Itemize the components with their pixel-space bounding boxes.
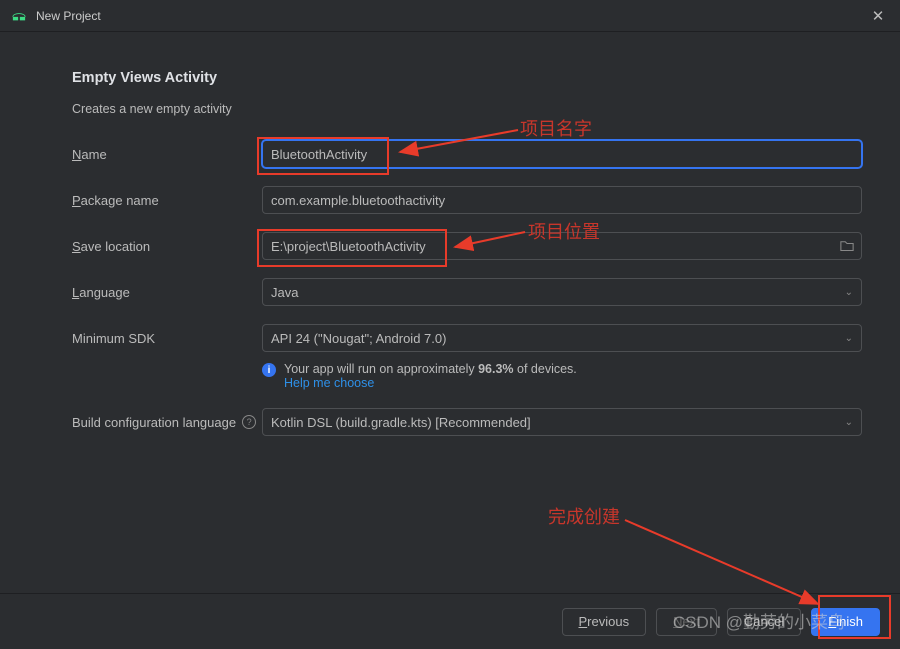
minsdk-value: API 24 ("Nougat"; Android 7.0) [271, 331, 446, 346]
chevron-down-icon: ⌄ [845, 333, 853, 344]
row-package: Package name [72, 186, 862, 214]
label-save-location: Save location [72, 239, 262, 254]
name-input[interactable] [262, 140, 862, 168]
buildconfig-dropdown[interactable]: Kotlin DSL (build.gradle.kts) [Recommend… [262, 408, 862, 436]
help-text: Your app will run on approximately 96.3%… [284, 362, 577, 376]
help-link[interactable]: Help me choose [284, 376, 577, 390]
titlebar: New Project ✕ [0, 0, 900, 32]
info-icon: i [262, 363, 276, 377]
save-location-input[interactable] [262, 232, 862, 260]
close-icon[interactable]: ✕ [868, 7, 888, 25]
row-save-location: Save location [72, 232, 862, 260]
language-value: Java [271, 285, 298, 300]
row-language: Language Java ⌄ [72, 278, 862, 306]
previous-button[interactable]: Previous [562, 608, 647, 636]
label-name: Name [72, 147, 262, 162]
chevron-down-icon: ⌄ [845, 417, 853, 428]
browse-folder-icon[interactable] [840, 240, 854, 252]
language-dropdown[interactable]: Java ⌄ [262, 278, 862, 306]
app-logo-icon [12, 9, 26, 23]
page-subtext: Creates a new empty activity [72, 102, 862, 116]
annot-text-finish: 完成创建 [548, 503, 620, 529]
row-minsdk: Minimum SDK API 24 ("Nougat"; Android 7.… [72, 324, 862, 352]
package-input[interactable] [262, 186, 862, 214]
watermark: CSDN @勤劳的小菜鸟 [673, 608, 845, 633]
row-name: Name [72, 140, 862, 168]
chevron-down-icon: ⌄ [845, 287, 853, 298]
minsdk-dropdown[interactable]: API 24 ("Nougat"; Android 7.0) ⌄ [262, 324, 862, 352]
label-package: Package name [72, 193, 262, 208]
label-language: Language [72, 285, 262, 300]
help-row: i Your app will run on approximately 96.… [262, 362, 862, 390]
label-minsdk: Minimum SDK [72, 331, 262, 346]
buildconfig-value: Kotlin DSL (build.gradle.kts) [Recommend… [271, 415, 531, 430]
help-question-icon[interactable]: ? [242, 415, 256, 429]
row-buildconfig: Build configuration language ? Kotlin DS… [72, 408, 862, 436]
page-heading: Empty Views Activity [72, 70, 862, 86]
content-area: Empty Views Activity Creates a new empty… [0, 32, 900, 436]
window-title: New Project [36, 9, 868, 23]
label-buildconfig: Build configuration language ? [72, 415, 262, 430]
